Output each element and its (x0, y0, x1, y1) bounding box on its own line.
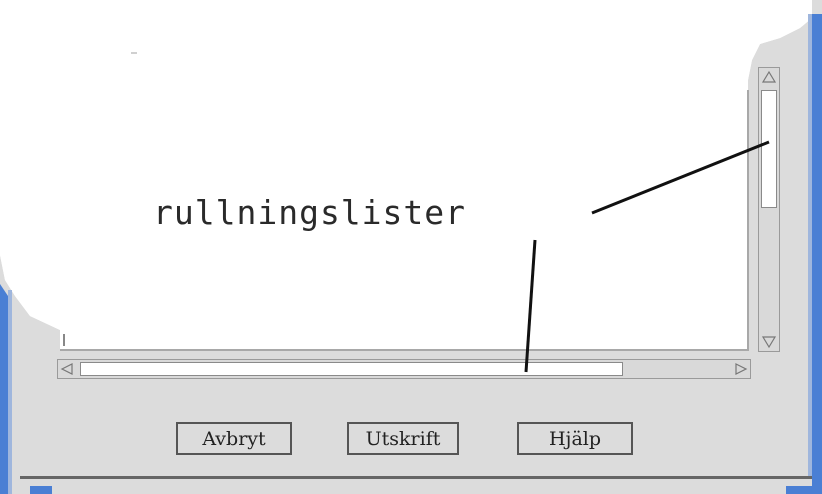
dialog-background (0, 0, 822, 494)
print-button[interactable]: Utskrift (347, 422, 459, 455)
help-button[interactable]: Hjälp (517, 422, 633, 455)
scroll-right-arrow-icon[interactable] (734, 362, 748, 376)
scroll-down-arrow-icon[interactable] (761, 335, 777, 349)
cancel-button[interactable]: Avbryt (176, 422, 292, 455)
scroll-left-arrow-icon[interactable] (60, 362, 74, 376)
vertical-scrollbar[interactable] (758, 67, 780, 352)
horizontal-scroll-thumb[interactable] (80, 362, 623, 376)
scroll-up-arrow-icon[interactable] (761, 70, 777, 84)
horizontal-scrollbar[interactable] (57, 359, 751, 379)
vertical-scroll-thumb[interactable] (761, 90, 777, 208)
print-dialog: rullningslister Avbryt Utskrift Hjälp (0, 0, 822, 494)
annotation-label: rullningslister (153, 193, 467, 232)
